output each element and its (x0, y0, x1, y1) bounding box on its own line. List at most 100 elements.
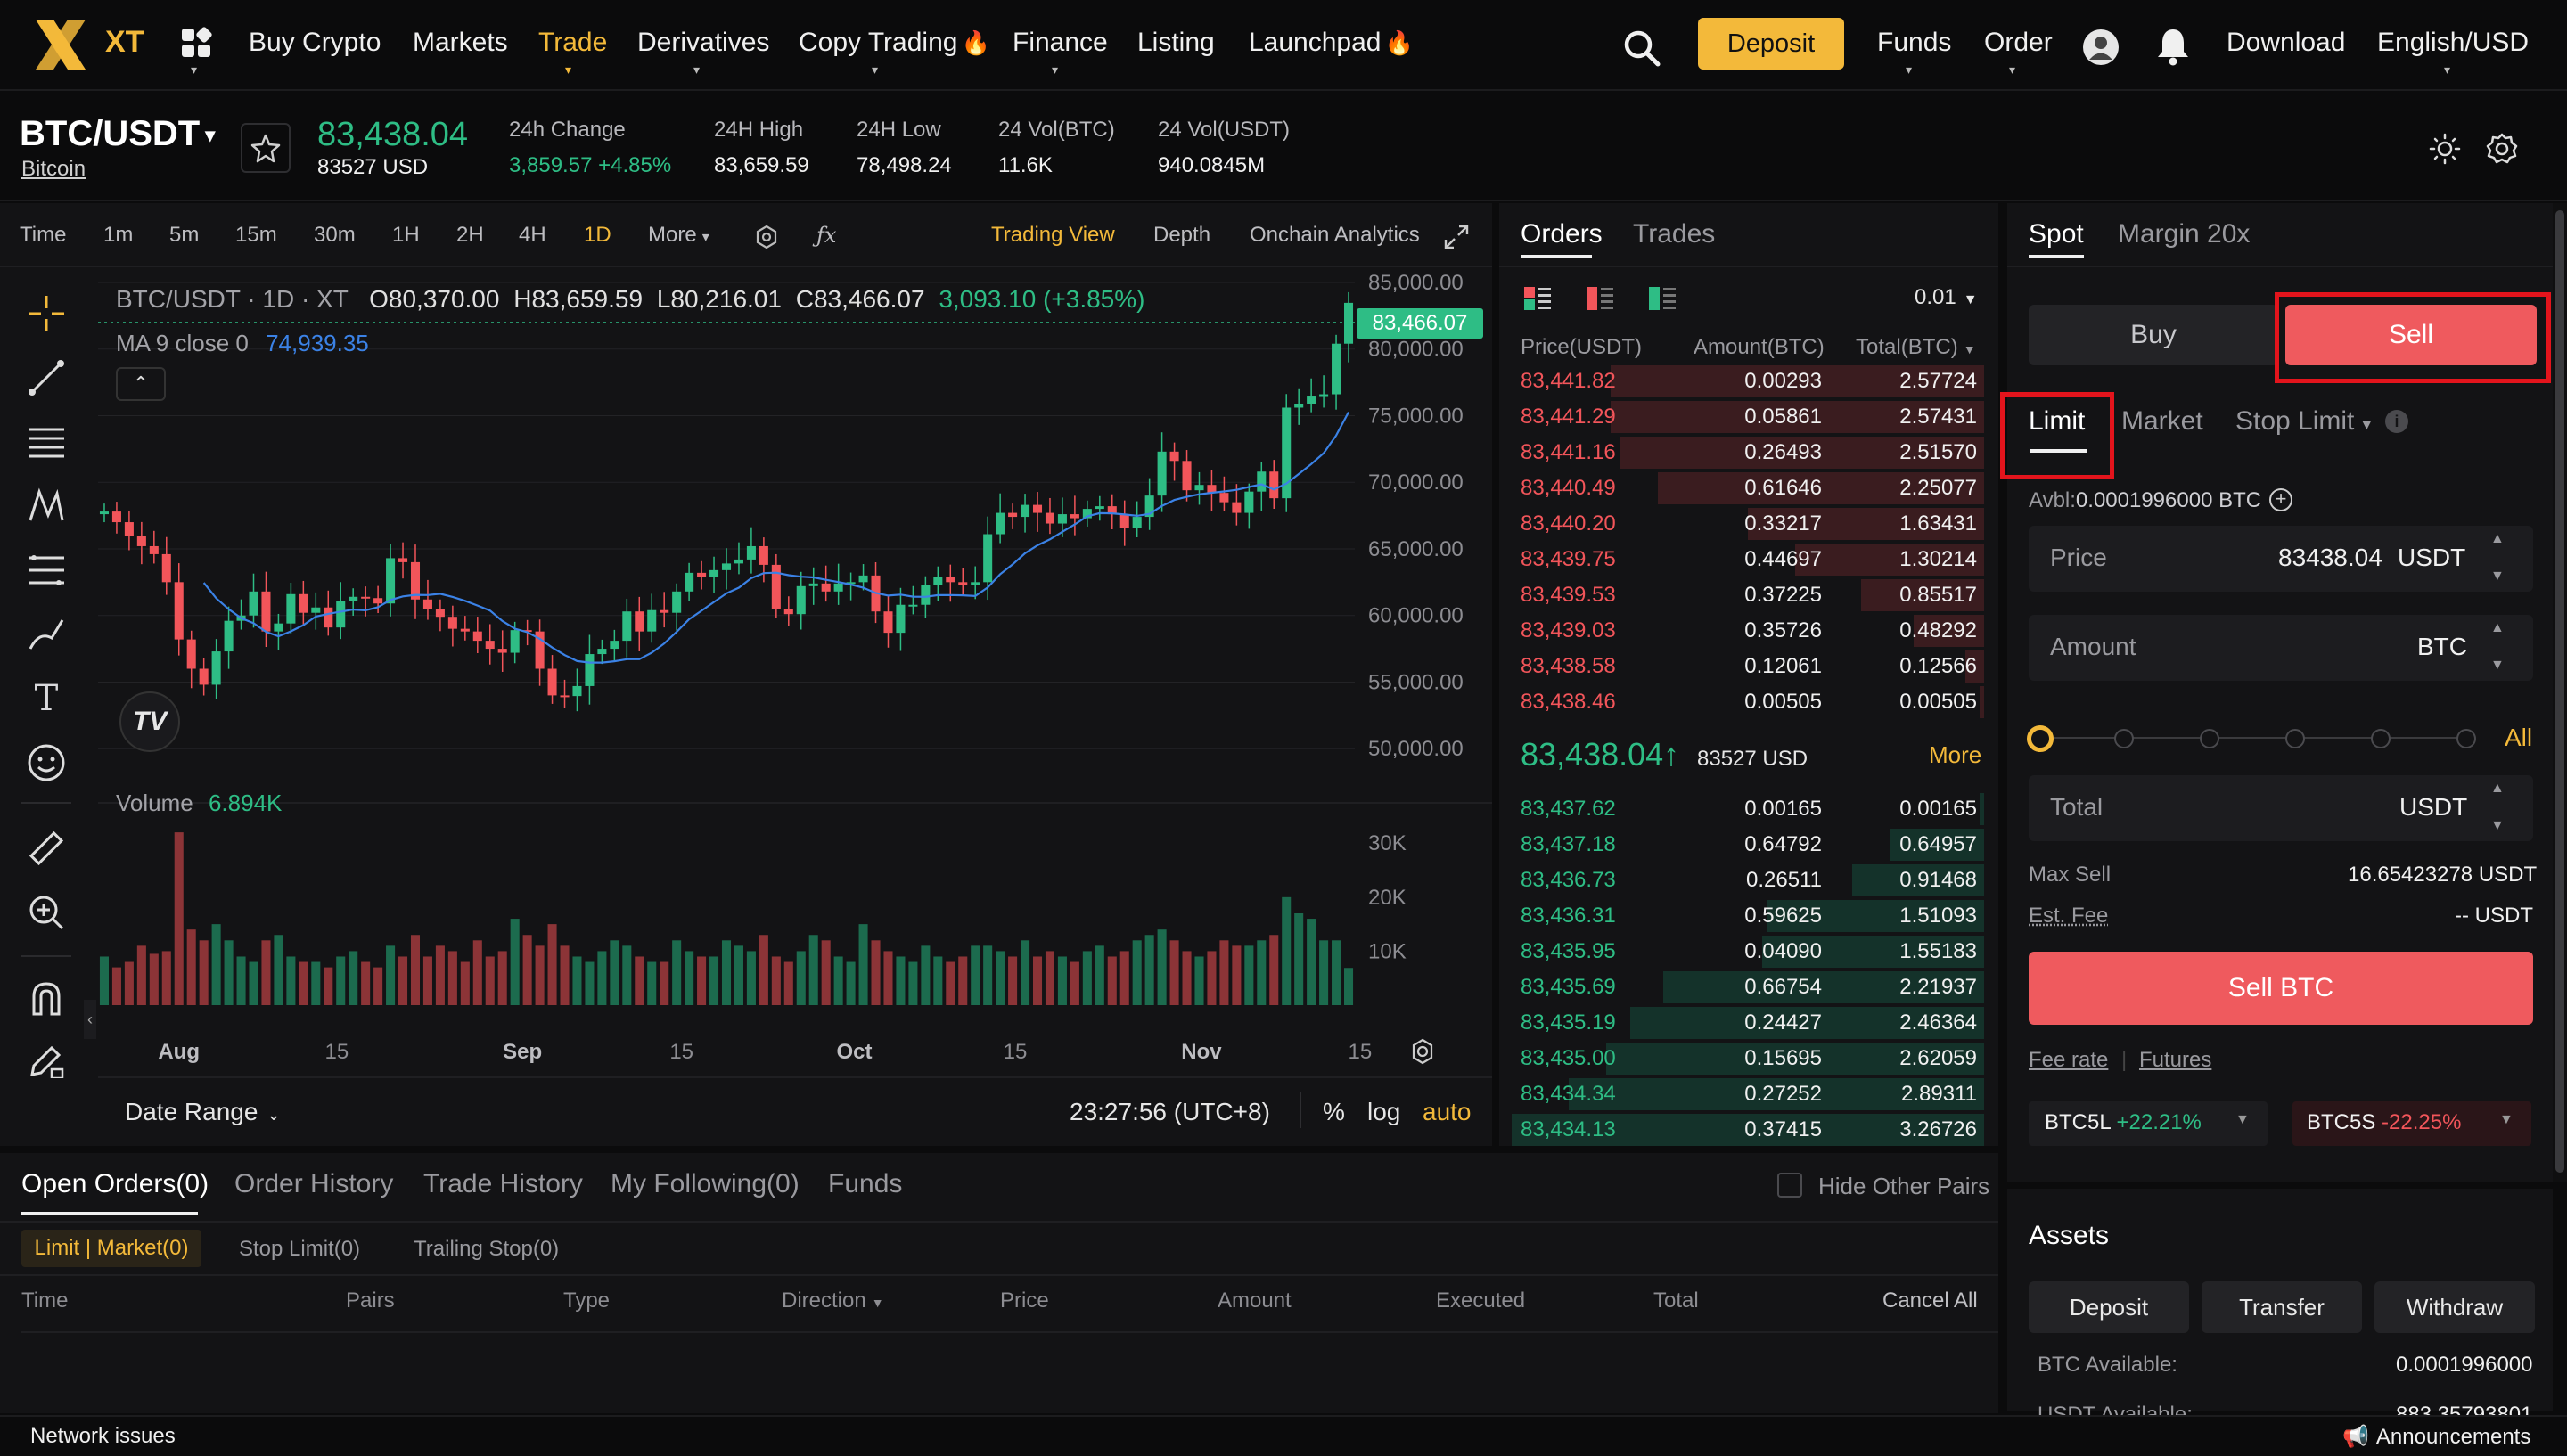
hide-other-pairs-checkbox[interactable] (1777, 1173, 1802, 1198)
slider-step-100[interactable] (2456, 729, 2476, 748)
brush-icon[interactable] (25, 613, 68, 656)
interval-4h[interactable]: 4H (519, 223, 546, 248)
tab-margin[interactable]: Margin 20x (2118, 219, 2250, 249)
scrollbar-track[interactable] (2553, 203, 2567, 1182)
interval-more[interactable]: More ▾ (648, 223, 709, 248)
trend-line-icon[interactable] (25, 356, 68, 399)
log-scale-toggle[interactable]: log (1367, 1098, 1400, 1126)
pair-selector[interactable]: BTC/USDT ▾ (20, 114, 215, 154)
indicators-fx-icon[interactable]: ƒx (816, 223, 836, 248)
auto-scale-toggle[interactable]: auto (1423, 1098, 1472, 1126)
assets-transfer-button[interactable]: Transfer (2202, 1281, 2362, 1333)
total-decrement-icon[interactable]: ▼ (2490, 818, 2505, 834)
ask-row[interactable]: 83,439.75 0.44697 1.30214 (1512, 542, 1984, 577)
ask-row[interactable]: 83,438.46 0.00505 0.00505 (1512, 684, 1984, 720)
interval-1d[interactable]: 1D (584, 223, 611, 248)
subtab-trailing-stop[interactable]: Trailing Stop(0) (414, 1237, 559, 1262)
ruler-icon[interactable] (25, 827, 68, 870)
assets-deposit-button[interactable]: Deposit (2029, 1281, 2189, 1333)
order-type-limit[interactable]: Limit (2029, 406, 2085, 437)
tab-order-history[interactable]: Order History (234, 1169, 393, 1199)
slider-step-90[interactable] (2371, 729, 2391, 748)
ask-row[interactable]: 83,439.53 0.37225 0.85517 (1512, 577, 1984, 613)
nav-finance[interactable]: Finance (1013, 28, 1108, 58)
emoji-icon[interactable] (25, 741, 68, 784)
bid-row[interactable]: 83,435.00 0.15695 2.62059 (1512, 1041, 1984, 1076)
col-direction[interactable]: Direction ▼ (782, 1288, 884, 1313)
collapse-toolbar-button[interactable]: ‹ (84, 1000, 96, 1039)
precision-selector[interactable]: 0.01 ▼ (1915, 285, 1978, 310)
tab-my-following[interactable]: My Following(0) (611, 1169, 800, 1199)
text-tool-icon[interactable]: T (23, 675, 70, 722)
interval-30m[interactable]: 30m (314, 223, 356, 248)
orderbook-asks-icon[interactable] (1585, 285, 1615, 312)
nav-funds[interactable]: Funds (1877, 28, 1951, 58)
magnet-icon[interactable] (25, 978, 68, 1021)
announcements-link[interactable]: 📢 Announcements (2342, 1424, 2530, 1450)
interval-5m[interactable]: 5m (169, 223, 199, 248)
settings-gear-icon[interactable] (2485, 132, 2519, 166)
language-currency-selector[interactable]: English/USD (2377, 28, 2529, 58)
bid-row[interactable]: 83,435.69 0.66754 2.21937 (1512, 969, 1984, 1005)
coin-name-link[interactable]: Bitcoin (21, 157, 86, 182)
orderbook-bids-icon[interactable] (1647, 285, 1677, 312)
price-increment-icon[interactable]: ▲ (2490, 531, 2505, 547)
tab-trades[interactable]: Trades (1633, 219, 1715, 249)
bid-row[interactable]: 83,437.18 0.64792 0.64957 (1512, 827, 1984, 863)
bid-row[interactable]: 83,436.31 0.59625 1.51093 (1512, 898, 1984, 934)
price-chart[interactable]: 85,000.00 80,000.00 75,000.00 70,000.00 65,0… (98, 269, 1492, 1076)
bell-icon[interactable] (2155, 27, 2191, 66)
bid-row[interactable]: 83,434.34 0.27252 2.89311 (1512, 1076, 1984, 1112)
ask-row[interactable]: 83,441.16 0.26493 2.51570 (1512, 435, 1984, 470)
nav-derivatives[interactable]: Derivatives (637, 28, 769, 58)
ask-row[interactable]: 83,440.49 0.61646 2.25077 (1512, 470, 1984, 506)
order-type-market[interactable]: Market (2121, 406, 2203, 437)
date-range-selector[interactable]: Date Range ⌄ (125, 1098, 281, 1126)
fee-rate-link[interactable]: Fee rate (2029, 1048, 2108, 1073)
nav-buy-crypto[interactable]: Buy Crypto (249, 28, 381, 58)
favorite-star-button[interactable] (241, 123, 291, 173)
nav-markets[interactable]: Markets (413, 28, 508, 58)
tradingview-logo-icon[interactable]: TV (119, 691, 180, 752)
sun-theme-icon[interactable] (2428, 132, 2462, 166)
sell-toggle-button[interactable]: Sell (2285, 305, 2537, 365)
nav-listing[interactable]: Listing (1137, 28, 1215, 58)
interval-15m[interactable]: 15m (235, 223, 277, 248)
all-button[interactable]: All (2505, 724, 2532, 752)
search-icon[interactable] (1622, 29, 1661, 68)
info-icon[interactable]: i (2385, 410, 2408, 433)
add-funds-icon[interactable]: + (2269, 488, 2292, 511)
interval-1h[interactable]: 1H (392, 223, 420, 248)
bid-row[interactable]: 83,437.62 0.00165 0.00165 (1512, 791, 1984, 827)
tab-funds[interactable]: Funds (828, 1169, 902, 1199)
buy-toggle-button[interactable]: Buy (2029, 305, 2278, 365)
ask-row[interactable]: 83,440.20 0.33217 1.63431 (1512, 506, 1984, 542)
interval-1m[interactable]: 1m (103, 223, 133, 248)
crosshair-icon[interactable] (25, 292, 68, 335)
axis-settings-icon[interactable] (1408, 1037, 1437, 1066)
slider-step-50[interactable] (2200, 729, 2219, 748)
amount-slider-track[interactable] (2041, 737, 2465, 739)
tab-trade-history[interactable]: Trade History (423, 1169, 583, 1199)
slider-step-75[interactable] (2285, 729, 2305, 748)
tab-open-orders[interactable]: Open Orders(0) (21, 1169, 209, 1199)
futures-link[interactable]: Futures (2139, 1048, 2211, 1073)
nav-download[interactable]: Download (2227, 28, 2345, 58)
ask-row[interactable]: 83,438.58 0.12061 0.12566 (1512, 649, 1984, 684)
amount-increment-icon[interactable]: ▲ (2490, 620, 2505, 636)
fib-tool-icon[interactable] (25, 549, 68, 592)
user-avatar-icon[interactable] (2082, 29, 2120, 66)
ask-row[interactable]: 83,441.29 0.05861 2.57431 (1512, 399, 1984, 435)
slider-step-25[interactable] (2114, 729, 2134, 748)
interval-time[interactable]: Time (20, 223, 66, 248)
pencil-lock-icon[interactable] (25, 1041, 68, 1084)
chart-settings-icon[interactable] (754, 225, 779, 249)
pattern-tool-icon[interactable] (25, 485, 68, 528)
percent-scale-toggle[interactable]: % (1323, 1098, 1345, 1126)
bid-row[interactable]: 83,434.13 0.37415 3.26726 (1512, 1112, 1984, 1148)
more-link[interactable]: More (1929, 741, 1981, 769)
total-increment-icon[interactable]: ▲ (2490, 781, 2505, 797)
deposit-button[interactable]: Deposit (1698, 18, 1844, 70)
nav-trade[interactable]: Trade (538, 28, 607, 58)
view-onchain-analytics[interactable]: Onchain Analytics (1250, 223, 1420, 248)
